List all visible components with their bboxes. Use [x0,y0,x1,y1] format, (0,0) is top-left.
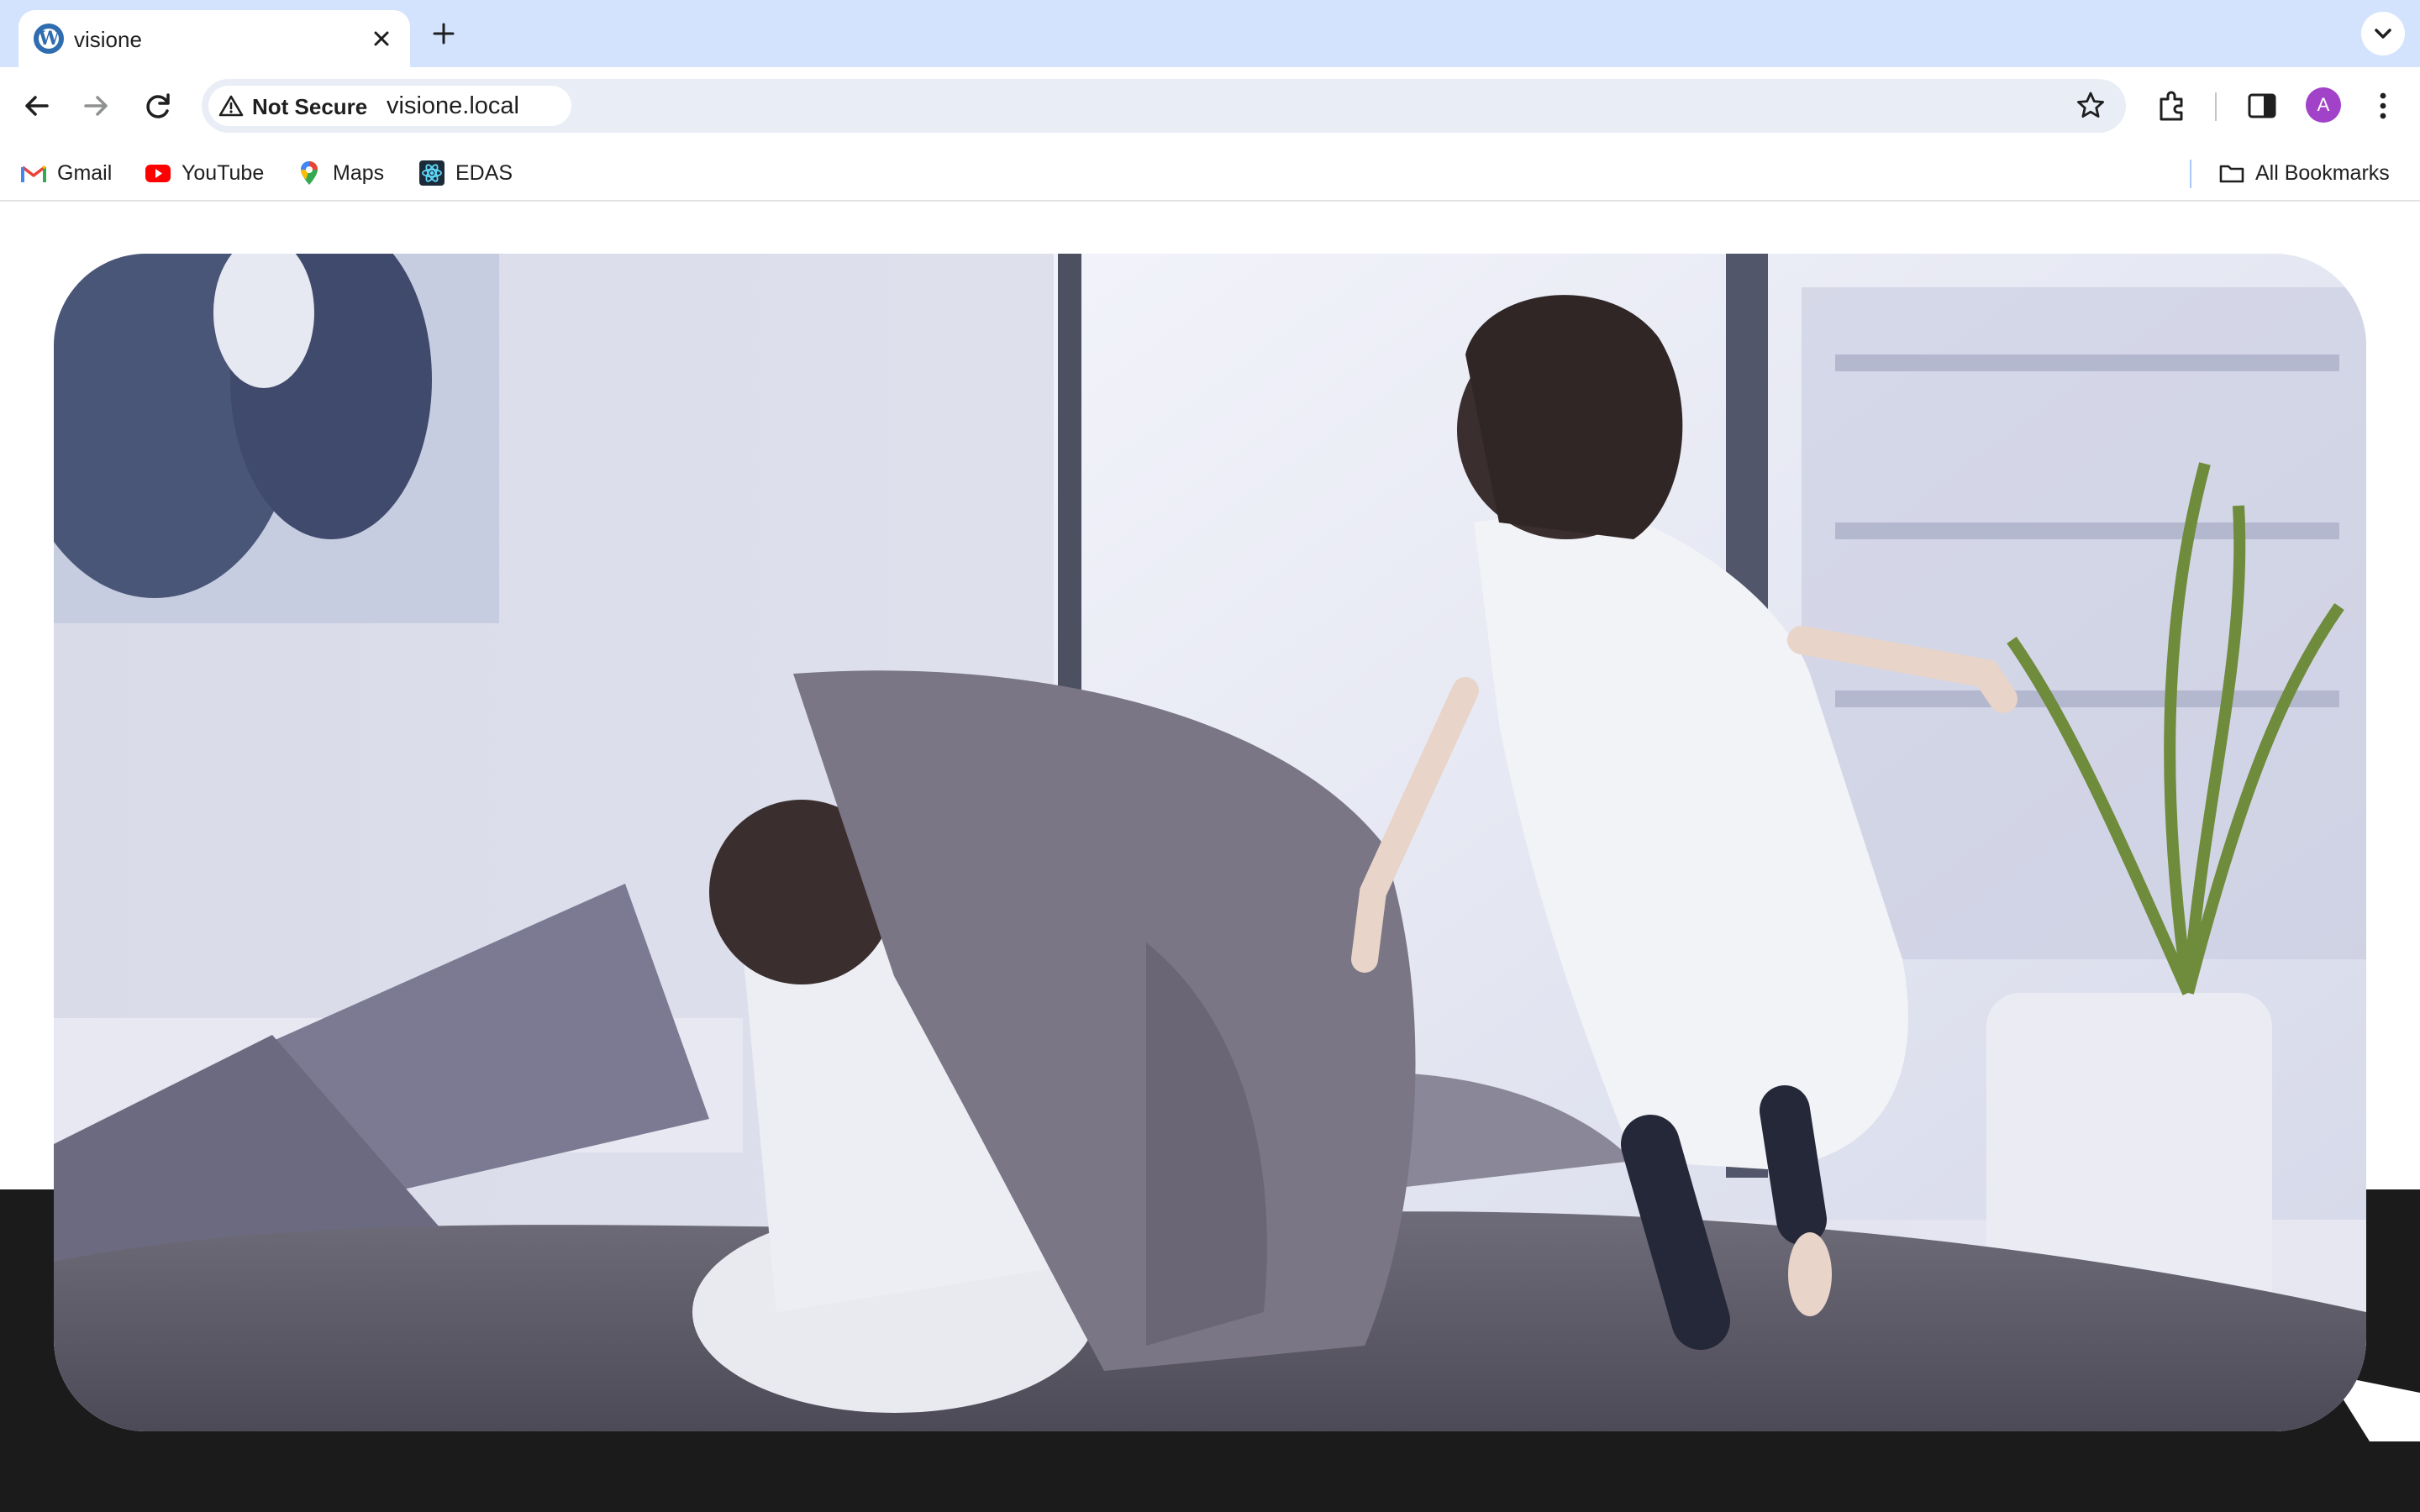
tab-title: visione [74,27,142,52]
new-tab-icon[interactable] [425,15,462,52]
security-label: Not Secure [252,94,368,119]
tab-search-button[interactable] [2361,12,2405,55]
address-bar[interactable]: Not Secure visione.local [202,79,2126,133]
forward-arrow-icon[interactable] [76,86,116,126]
wordpress-icon: W [34,24,64,54]
bookmark-label: YouTube [182,160,265,185]
back-arrow-icon[interactable] [17,86,57,126]
folder-icon [2219,165,2244,183]
edas-icon [419,160,445,186]
warning-icon [218,95,244,117]
maps-icon [301,161,318,185]
hero-video[interactable] [54,254,2366,1431]
bookmark-maps[interactable]: Maps [296,156,384,190]
bookmark-star-icon[interactable] [2074,89,2107,123]
bookmark-label: EDAS [455,160,513,185]
bookmark-youtube[interactable]: YouTube [145,156,264,190]
all-bookmarks-button[interactable]: All Bookmarks [2218,156,2390,190]
url-text[interactable]: visione.local [387,92,519,120]
chevron-down-icon [2375,29,2391,39]
all-bookmarks-label: All Bookmarks [2255,160,2390,185]
browser-tab[interactable]: W visione [18,10,410,67]
toolbar: Not Secure visione.local [0,67,2420,144]
reload-icon[interactable] [138,86,178,126]
toolbar-divider [2215,92,2217,121]
close-icon[interactable] [365,22,398,55]
bookmark-label: Maps [333,160,385,185]
bookmark-edas[interactable]: EDAS [418,156,513,190]
bookmarks-bar: Gmail YouTube Maps EDAS All Bookmarks [0,144,2420,202]
extensions-icon[interactable] [2153,86,2193,126]
bookmark-label: Gmail [57,160,113,185]
more-menu-icon[interactable] [2363,86,2403,126]
hero-video-frame [54,254,2366,1431]
side-panel-icon[interactable] [2242,86,2282,126]
youtube-icon [145,165,171,182]
page-content [0,203,2420,1512]
bookmarks-divider [2190,160,2191,188]
tab-strip: W visione [0,0,2420,67]
gmail-icon [21,165,46,182]
bookmark-gmail[interactable]: Gmail [20,156,112,190]
profile-avatar[interactable]: A [2306,87,2341,123]
